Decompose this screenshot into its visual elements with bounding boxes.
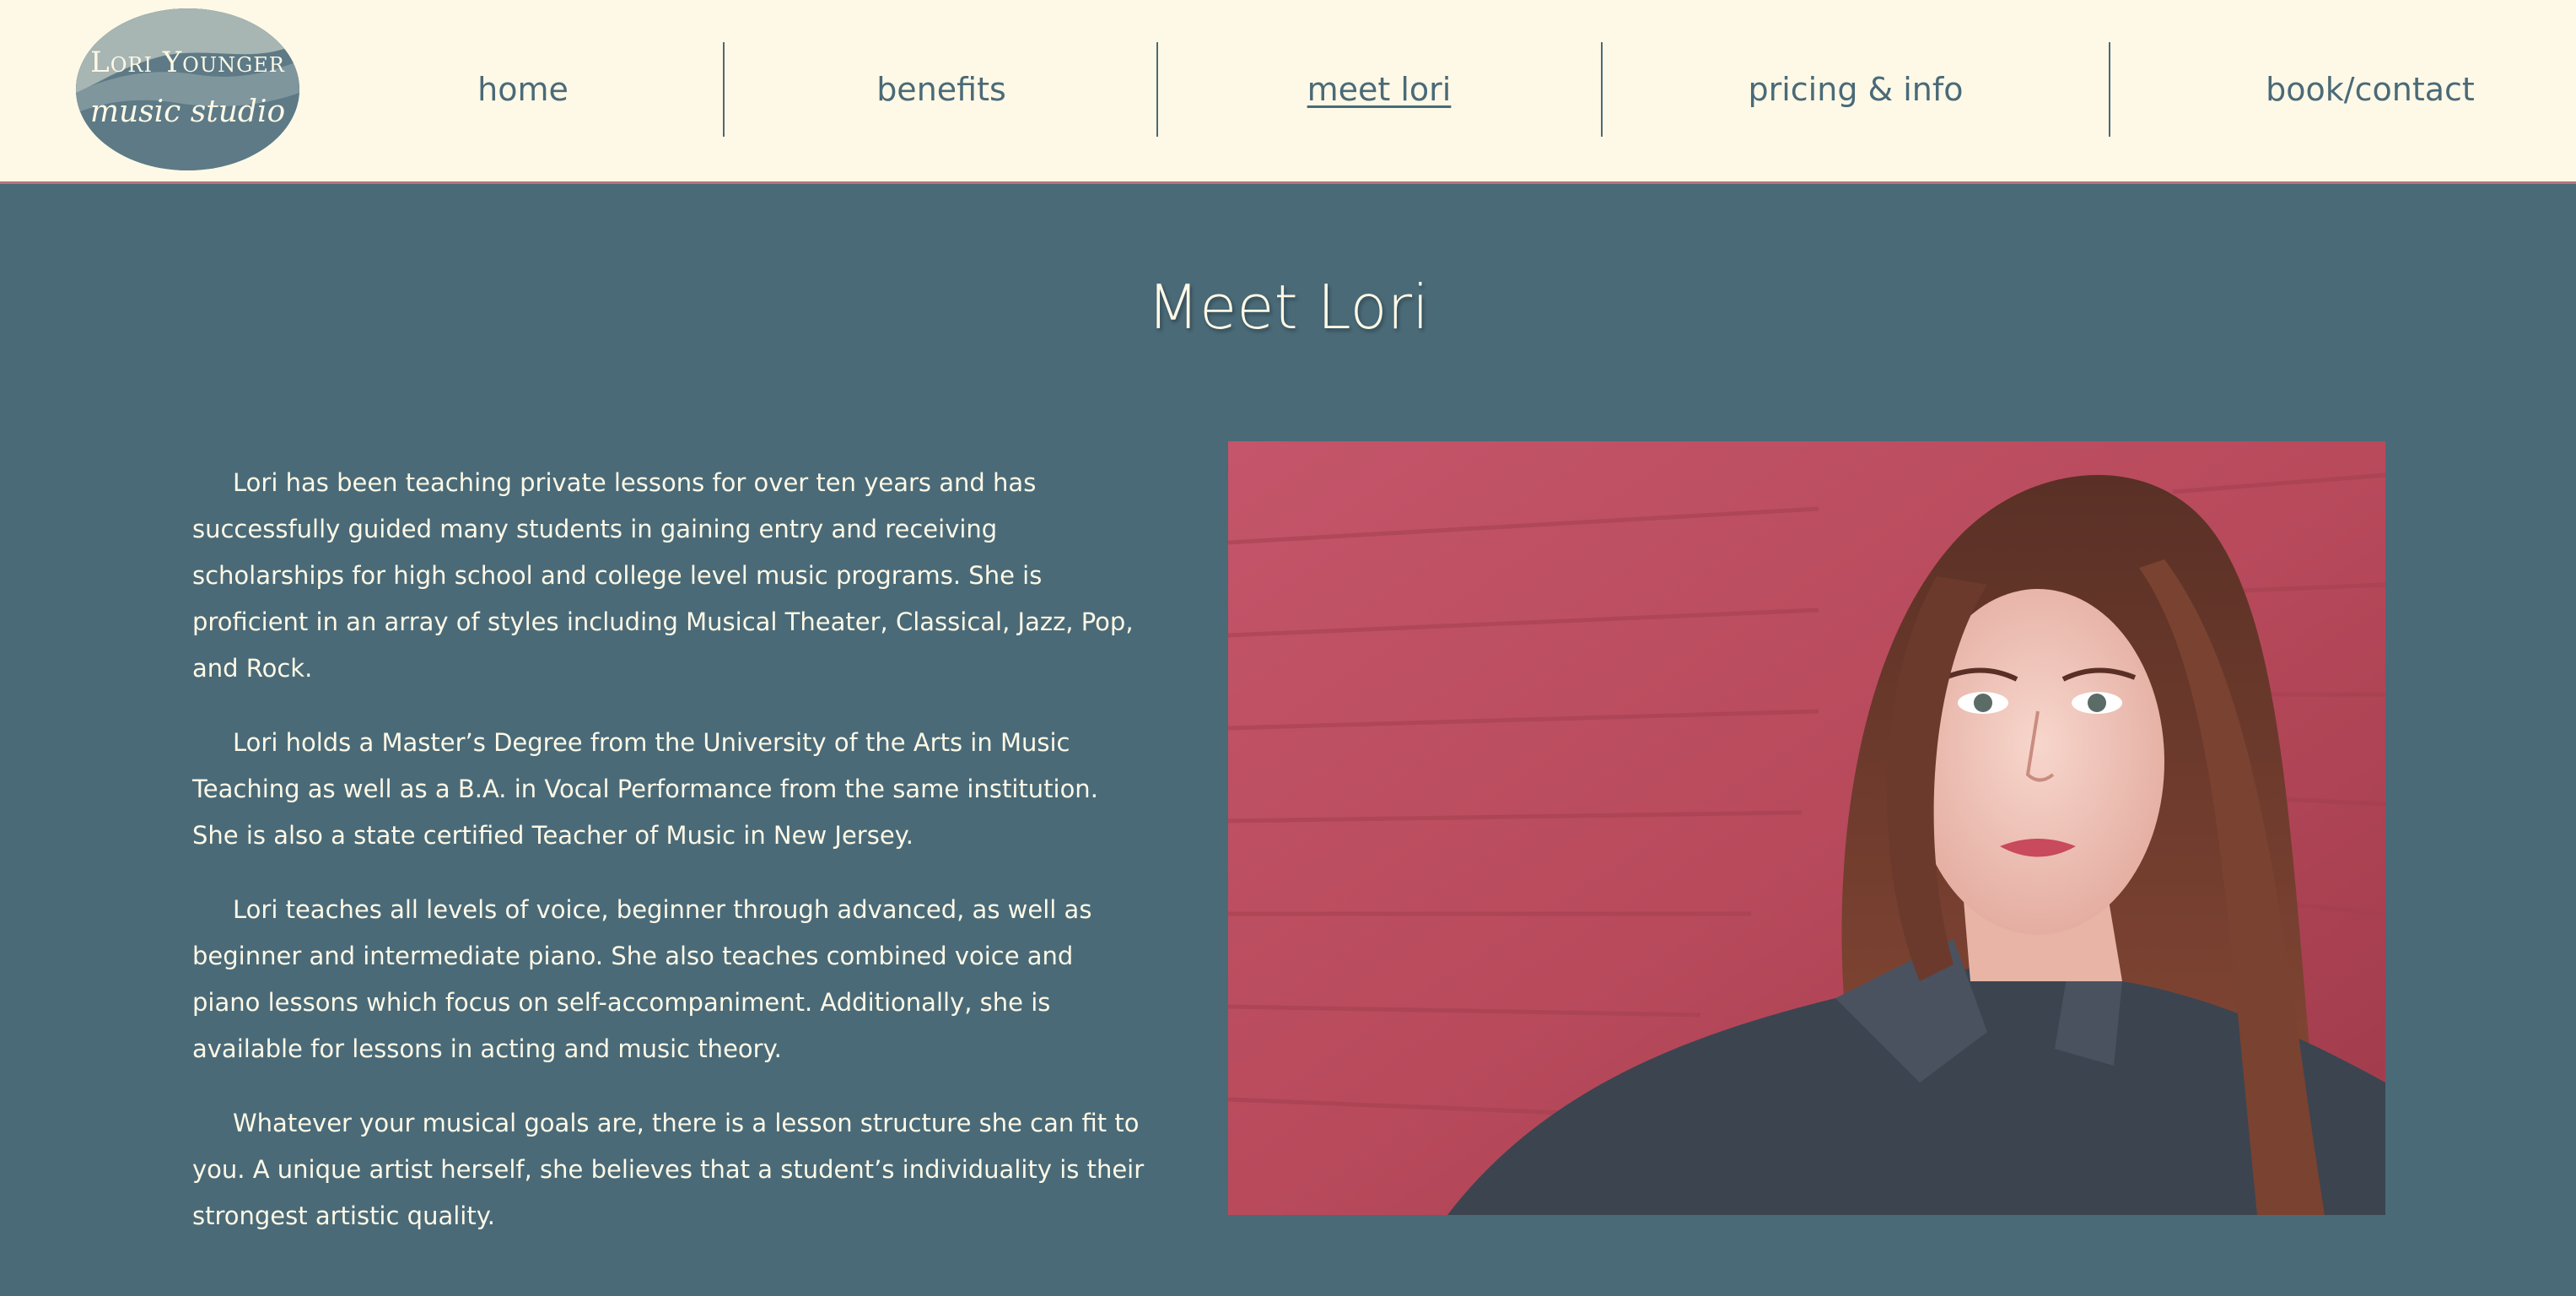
studio-logo[interactable]: Lori Younger music studio (76, 8, 299, 170)
bio-paragraph: Lori has been teaching private lessons f… (192, 468, 1134, 683)
portrait-photo (1228, 441, 2385, 1215)
portrait-illustration (1228, 441, 2385, 1215)
bio-paragraph: Whatever your musical goals are, there i… (192, 1109, 1145, 1230)
site-header: Lori Younger music studio home benefits … (0, 0, 2576, 184)
bio-paragraph: Lori holds a Master’s Degree from the Un… (192, 728, 1098, 850)
nav-divider (2109, 42, 2110, 137)
logo-name: Lori Younger (90, 46, 285, 79)
nav-benefits[interactable]: benefits (815, 66, 1068, 113)
nav-divider (723, 42, 725, 137)
nav-book-contact[interactable]: book/contact (2227, 66, 2514, 113)
nav-divider (1156, 42, 1158, 137)
nav-divider (1601, 42, 1603, 137)
bio-paragraph: Lori teaches all levels of voice, beginn… (192, 895, 1092, 1063)
bio-text: Lori has been teaching private lessons f… (192, 460, 1145, 1267)
logo-tagline: music studio (89, 94, 286, 129)
nav-home[interactable]: home (396, 66, 649, 113)
nav-meet-lori[interactable]: meet lori (1253, 66, 1506, 113)
nav-pricing-info[interactable]: pricing & info (1712, 66, 1999, 113)
page-title: Meet Lori (1146, 272, 1430, 343)
logo-wave-graphic (76, 8, 299, 170)
